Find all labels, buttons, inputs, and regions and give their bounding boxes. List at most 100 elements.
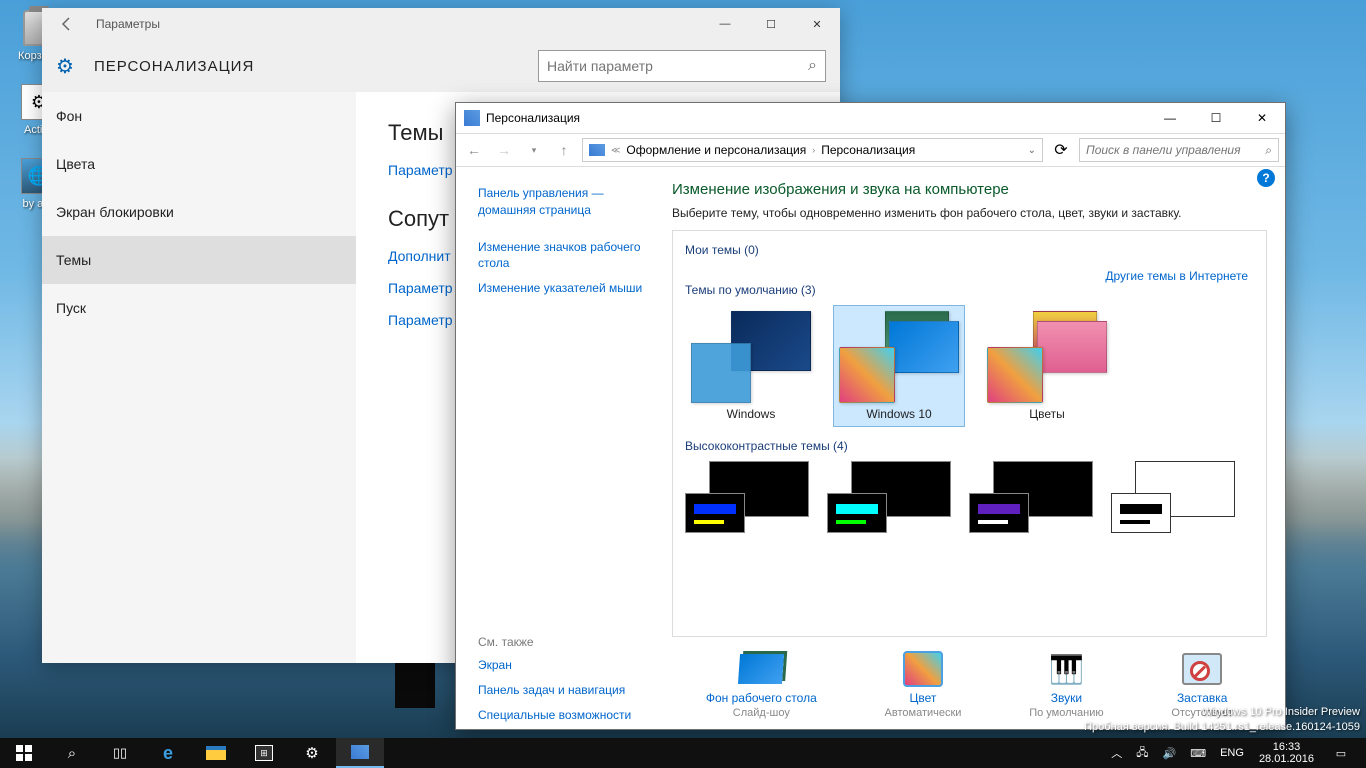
screensaver-icon (1178, 649, 1226, 689)
gear-icon: ⚙ (56, 54, 74, 79)
hc-theme-4[interactable] (1111, 461, 1235, 533)
minimize-button[interactable]: — (1147, 103, 1193, 133)
sidebar-link-change-cursors[interactable]: Изменение указателей мыши (478, 276, 666, 301)
footer-link: Заставка (1177, 691, 1228, 705)
footer-link: Цвет (910, 691, 937, 705)
wallpaper-icon (737, 649, 785, 689)
tray-network-button[interactable]: 🖧 (1129, 744, 1155, 763)
tray-clock[interactable]: 16:33 28.01.2016 (1251, 741, 1322, 765)
cp-toolbar: ← → ▾ ↑ ≪ Оформление и персонализация › … (456, 133, 1285, 167)
personalization-icon (464, 110, 480, 126)
sidebar-link-accessibility[interactable]: Специальные возможности (478, 703, 666, 728)
cp-titlebar[interactable]: Персонализация — ☐ ✕ (456, 103, 1285, 133)
tray-keyboard-button[interactable]: ⌨ (1183, 747, 1213, 760)
theme-label: Windows 10 (866, 407, 931, 421)
chevron-down-icon[interactable]: ⌄ (1028, 145, 1036, 156)
search-input[interactable] (1086, 143, 1265, 157)
store-icon: ⊞ (255, 745, 273, 761)
sidebar-item-background[interactable]: Фон (42, 92, 356, 140)
start-button[interactable] (0, 738, 48, 768)
nav-up-button[interactable]: ↑ (552, 138, 576, 162)
footer-link: Звуки (1051, 691, 1082, 705)
settings-search[interactable]: ⌕ (538, 50, 826, 82)
taskview-icon: ▯▯ (113, 745, 127, 761)
sidebar-link-change-icons[interactable]: Изменение значков рабочего стола (478, 235, 666, 277)
edge-icon: e (163, 743, 173, 764)
sounds-icon: 🎹 (1042, 649, 1090, 689)
tray-volume-button[interactable]: 🔊 (1156, 747, 1184, 760)
window-title: Параметры (96, 17, 160, 31)
help-button[interactable]: ? (1257, 169, 1275, 187)
volume-icon: 🔊 (1163, 748, 1177, 760)
footer-sub: Слайд-шоу (733, 707, 790, 719)
keyboard-icon: ⌨ (1190, 748, 1206, 760)
tray-overflow-button[interactable]: ︿ (1104, 745, 1129, 761)
theme-label: Цветы (1029, 407, 1065, 421)
taskview-button[interactable]: ▯▯ (96, 738, 144, 768)
close-button[interactable]: ✕ (1239, 103, 1285, 133)
nav-back-button[interactable]: ← (462, 138, 486, 162)
taskbar-app-explorer[interactable] (192, 738, 240, 768)
see-also-heading: См. также (478, 631, 666, 653)
action-center-button[interactable]: ▭ (1322, 747, 1360, 760)
sidebar-item-colors[interactable]: Цвета (42, 140, 356, 188)
breadcrumb-segment[interactable]: Персонализация (821, 143, 915, 157)
sidebar-item-start[interactable]: Пуск (42, 284, 356, 332)
settings-sidebar: Фон Цвета Экран блокировки Темы Пуск (42, 92, 356, 663)
link-online-themes[interactable]: Другие темы в Интернете (1105, 269, 1248, 283)
hc-theme-1[interactable] (685, 461, 809, 533)
search-icon: ⌕ (1265, 143, 1272, 158)
footer-color[interactable]: Цвет Автоматически (885, 649, 962, 719)
footer-desktop-background[interactable]: Фон рабочего стола Слайд-шоу (706, 649, 817, 719)
tray-language-button[interactable]: ENG (1213, 747, 1251, 759)
cp-sidebar: Панель управления — домашняя страница Из… (456, 167, 666, 729)
address-bar[interactable]: ≪ Оформление и персонализация › Персонал… (582, 138, 1043, 162)
theme-windows[interactable]: Windows (685, 305, 817, 427)
clock-time: 16:33 (1273, 741, 1301, 753)
sidebar-link-screen[interactable]: Экран (478, 653, 666, 678)
color-icon (899, 649, 947, 689)
maximize-button[interactable]: ☐ (1193, 103, 1239, 133)
search-button[interactable]: ⌕ (48, 738, 96, 768)
hc-theme-3[interactable] (969, 461, 1093, 533)
system-tray: ︿ 🖧 🔊 ⌨ ENG 16:33 28.01.2016 ▭ (1104, 738, 1366, 768)
chevron-right-icon: › (812, 145, 815, 155)
breadcrumb-separator: ≪ (611, 145, 620, 156)
footer-sub: Автоматически (885, 707, 962, 719)
nav-forward-button[interactable]: → (492, 138, 516, 162)
folder-icon (206, 746, 226, 760)
section-my-themes: Мои темы (0) (685, 243, 1254, 257)
taskbar: ⌕ ▯▯ e ⊞ ⚙ ︿ 🖧 🔊 ⌨ ENG 16:33 28.01.2016 … (0, 738, 1366, 768)
search-input[interactable] (547, 58, 808, 74)
hc-themes-row (685, 461, 1254, 533)
settings-titlebar[interactable]: Параметры — ☐ ✕ (42, 8, 840, 40)
taskbar-app-store[interactable]: ⊞ (240, 738, 288, 768)
taskbar-app-settings[interactable]: ⚙ (288, 738, 336, 768)
refresh-button[interactable]: ⟳ (1049, 138, 1073, 162)
hc-theme-2[interactable] (827, 461, 951, 533)
gear-icon: ⚙ (305, 744, 318, 762)
theme-flowers[interactable]: Цветы (981, 305, 1113, 427)
taskbar-app-edge[interactable]: e (144, 738, 192, 768)
close-button[interactable]: ✕ (794, 8, 840, 40)
taskbar-app-personalization[interactable] (336, 738, 384, 768)
nav-recent-button[interactable]: ▾ (522, 138, 546, 162)
breadcrumb-segment[interactable]: Оформление и персонализация (626, 143, 806, 157)
theme-windows-10[interactable]: Windows 10 (833, 305, 965, 427)
theme-label: Windows (727, 407, 776, 421)
sidebar-item-themes[interactable]: Темы (42, 236, 356, 284)
cp-window-title: Персонализация (486, 111, 580, 125)
minimize-button[interactable]: — (702, 8, 748, 40)
back-button[interactable] (42, 8, 92, 40)
footer-link: Фон рабочего стола (706, 691, 817, 705)
cp-search[interactable]: ⌕ (1079, 138, 1279, 162)
sidebar-item-lockscreen[interactable]: Экран блокировки (42, 188, 356, 236)
maximize-button[interactable]: ☐ (748, 8, 794, 40)
sidebar-link-taskbar[interactable]: Панель задач и навигация (478, 678, 666, 703)
cp-main: ? Изменение изображения и звука на компь… (666, 167, 1285, 729)
search-icon: ⌕ (68, 745, 76, 762)
settings-heading: ПЕРСОНАЛИЗАЦИЯ (94, 58, 254, 75)
sidebar-link-home[interactable]: Панель управления — домашняя страница (478, 181, 666, 223)
main-subtext: Выберите тему, чтобы одновременно измени… (672, 206, 1267, 220)
default-themes-row: Windows Windows 10 (685, 305, 1254, 427)
